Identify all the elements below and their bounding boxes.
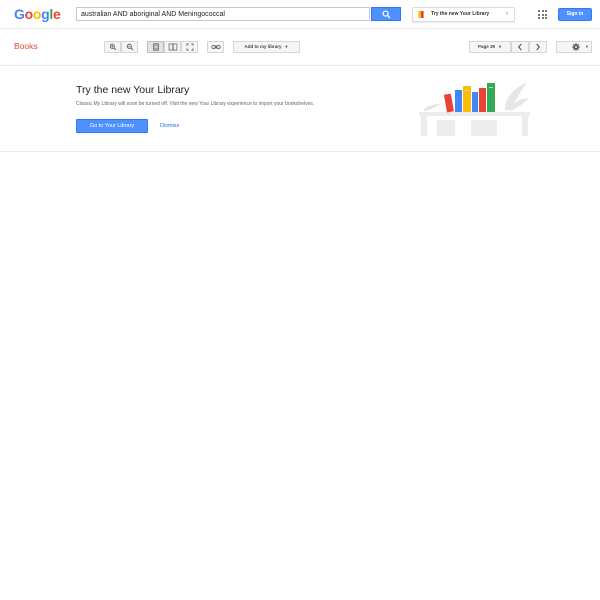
link-button[interactable] bbox=[207, 41, 224, 53]
add-to-my-library-label: Add to my library bbox=[244, 44, 282, 49]
zoom-in-button[interactable] bbox=[104, 41, 121, 53]
apps-grid-icon[interactable] bbox=[538, 10, 547, 19]
dismiss-link[interactable]: Dismiss bbox=[160, 123, 179, 129]
previous-page-button[interactable] bbox=[511, 41, 529, 53]
settings-button[interactable]: ▼ bbox=[556, 41, 592, 53]
header-divider bbox=[0, 28, 600, 29]
zoom-out-button[interactable] bbox=[121, 41, 138, 53]
add-to-my-library-button[interactable]: Add to my library ▼ bbox=[233, 41, 300, 53]
promo-heading: Try the new Your Library bbox=[76, 84, 190, 96]
logo-letter: e bbox=[52, 6, 61, 22]
try-new-library-label: Try the new Your Library bbox=[431, 11, 490, 17]
books-title[interactable]: Books bbox=[14, 41, 38, 51]
chevron-left-icon bbox=[518, 43, 522, 51]
fullscreen-icon bbox=[186, 43, 193, 51]
logo-letter: g bbox=[41, 6, 50, 22]
bookshelf-illustration bbox=[419, 82, 530, 136]
fullscreen-button[interactable] bbox=[181, 41, 198, 53]
sign-in-button[interactable]: Sign in bbox=[558, 8, 592, 21]
two-page-icon bbox=[168, 43, 177, 51]
page-selector-label: Page 39 bbox=[478, 44, 496, 49]
logo-letter: o bbox=[32, 6, 42, 22]
link-icon bbox=[211, 44, 220, 50]
page-selector-button[interactable]: Page 39 ▼ bbox=[469, 41, 511, 53]
single-page-view-button[interactable] bbox=[147, 41, 164, 53]
two-page-view-button[interactable] bbox=[164, 41, 181, 53]
caret-down-icon: ▼ bbox=[284, 44, 289, 49]
search-icon bbox=[382, 10, 391, 19]
logo-letter: G bbox=[14, 6, 25, 22]
try-new-library-button[interactable]: Try the new Your Library › bbox=[412, 7, 515, 22]
next-page-button[interactable] bbox=[529, 41, 547, 53]
search-button[interactable] bbox=[371, 7, 401, 21]
search-input[interactable]: australian AND aboriginal AND Meningococ… bbox=[76, 7, 370, 21]
caret-down-icon: ▼ bbox=[498, 44, 502, 49]
chevron-right-icon bbox=[536, 43, 540, 51]
search-input-value: australian AND aboriginal AND Meningococ… bbox=[81, 11, 225, 18]
google-logo[interactable]: Google bbox=[14, 6, 61, 22]
library-book-icon bbox=[418, 11, 424, 18]
caret-down-icon: ▼ bbox=[585, 44, 589, 49]
single-page-icon bbox=[152, 43, 159, 51]
promo-description: Classic My Library will soon be turned o… bbox=[76, 101, 315, 107]
toolbar-divider bbox=[0, 65, 600, 66]
promo-divider bbox=[0, 151, 600, 152]
zoom-out-icon bbox=[126, 43, 133, 51]
gear-icon bbox=[572, 43, 580, 51]
go-to-your-library-button[interactable]: Go to Your Library bbox=[76, 119, 148, 133]
zoom-in-icon bbox=[109, 43, 116, 51]
chevron-right-icon: › bbox=[506, 11, 508, 17]
logo-letter: o bbox=[24, 6, 34, 22]
